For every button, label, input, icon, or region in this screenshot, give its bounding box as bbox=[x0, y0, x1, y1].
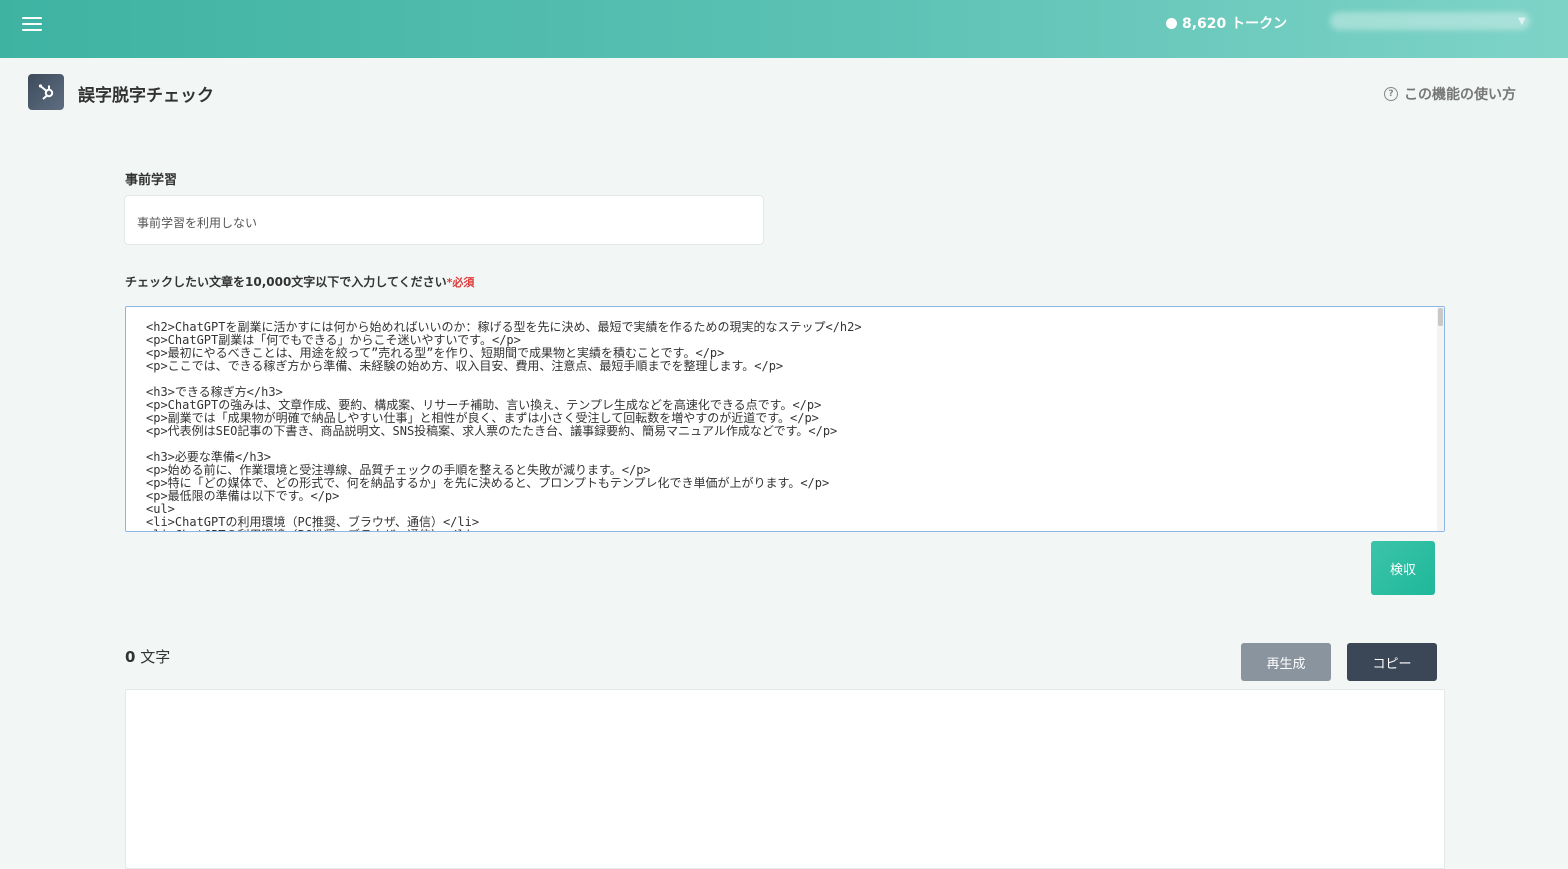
input-label: チェックしたい文章を10,000文字以下で入力してください*必須 bbox=[125, 273, 474, 290]
hubspot-icon bbox=[28, 74, 64, 110]
input-line: <p>ここでは、できる稼ぎ方から準備、未経験の始め方、収入目安、費用、注意点、最… bbox=[146, 359, 784, 373]
input-line bbox=[146, 438, 1424, 451]
token-balance: 8,620 トークン bbox=[1166, 13, 1287, 33]
scrollbar-track[interactable] bbox=[1437, 307, 1444, 531]
input-line: <li>ChatGPTの利用環境（PC推奨、ブラウザ、通信）</li> bbox=[146, 529, 1424, 532]
required-mark: *必須 bbox=[446, 276, 475, 289]
token-count: 8,620 トークン bbox=[1182, 16, 1288, 32]
char-count-unit: 文字 bbox=[140, 648, 171, 666]
copy-button[interactable]: コピー bbox=[1347, 643, 1437, 681]
input-label-text: チェックしたい文章を10,000文字以下で入力してください bbox=[125, 275, 447, 289]
submit-button[interactable]: 検収 bbox=[1371, 541, 1435, 595]
char-count: 0 文字 bbox=[125, 646, 170, 667]
token-icon bbox=[1166, 17, 1177, 29]
help-label: この機能の使い方 bbox=[1404, 87, 1516, 103]
regenerate-button[interactable]: 再生成 bbox=[1241, 643, 1331, 681]
input-line bbox=[146, 373, 1424, 386]
question-circle-icon: ? bbox=[1384, 87, 1398, 101]
char-count-value: 0 bbox=[125, 648, 136, 666]
result-output[interactable] bbox=[125, 689, 1445, 869]
page-title: 誤字脱字チェック bbox=[78, 86, 214, 106]
pretraining-select[interactable]: 事前学習を利用しない bbox=[124, 195, 764, 245]
user-email[interactable] bbox=[1330, 12, 1530, 30]
menu-icon[interactable] bbox=[22, 14, 44, 34]
top-bar: 8,620 トークン ▼ bbox=[0, 0, 1568, 58]
chevron-down-icon[interactable]: ▼ bbox=[1518, 16, 1526, 27]
input-line: <p>最低限の準備は以下です。</p> bbox=[146, 489, 340, 503]
input-line: <p>代表例はSEO記事の下書き、商品説明文、SNS投稿案、求人票のたたき台、議… bbox=[146, 424, 838, 438]
help-link[interactable]: ? この機能の使い方 bbox=[1384, 84, 1516, 104]
scrollbar-thumb[interactable] bbox=[1438, 308, 1443, 326]
pretraining-label: 事前学習 bbox=[125, 173, 178, 188]
text-input[interactable]: <h2>ChatGPTを副業に活かすには何から始めればいいのか：稼げる型を先に決… bbox=[125, 306, 1445, 532]
